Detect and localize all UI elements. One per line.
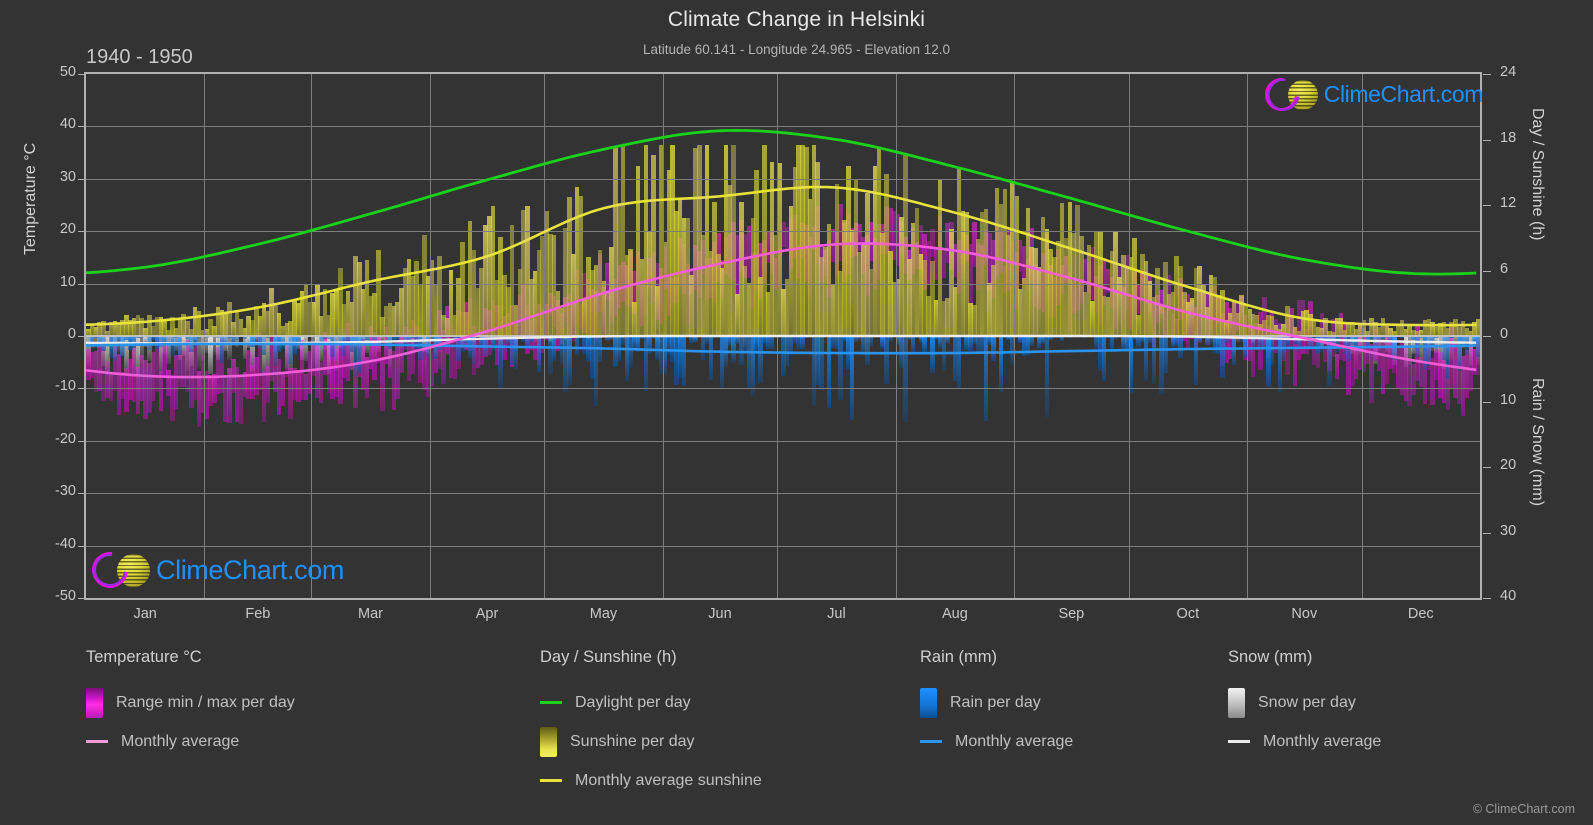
legend-group-title: Rain (mm)	[920, 648, 997, 666]
legend-item[interactable]: Monthly average	[86, 722, 295, 761]
y-axis-right-tickmark	[1483, 598, 1491, 599]
y-axis-left-tick: 50	[59, 64, 76, 80]
y-axis-left-tick: -40	[55, 535, 76, 552]
page-title: Climate Change in Helsinki	[667, 8, 926, 31]
legend-item-label: Monthly average	[121, 732, 240, 750]
legend-item-label: Rain per day	[950, 693, 1041, 711]
legend-group-rain-mm: Rain (mm) Rain per day Monthly average	[920, 648, 1073, 761]
chart-legend: Temperature °C Range min / max per day Mon…	[0, 648, 1593, 808]
legend-line-icon	[86, 740, 108, 743]
daylight-curve	[86, 129, 1477, 276]
y-axis-left-tick: 30	[59, 168, 76, 185]
y-axis-left-label: Temperature °C	[22, 142, 39, 255]
y-axis-left-tick: 40	[59, 116, 76, 133]
legend-item-label: Monthly average sunshine	[575, 771, 762, 789]
legend-item-label: Daylight per day	[575, 693, 691, 711]
legend-group-day-sunshine-h: Day / Sunshine (h) Daylight per day Sunshi…	[540, 648, 762, 800]
y-axis-right-tickmark	[1483, 532, 1491, 534]
y-axis-right-bottom-label: Rain / Snow (mm)	[1529, 378, 1546, 507]
x-axis-tick-oct: Oct	[1176, 606, 1200, 622]
climechart-logo-watermark: ClimeChart.com	[84, 544, 344, 596]
curve-layer	[86, 129, 1477, 379]
legend-group-title: Snow (mm)	[1228, 648, 1313, 666]
legend-item-label: Snow per day	[1258, 693, 1356, 711]
x-axis-tick-apr: Apr	[475, 606, 499, 622]
logo-ring-icon	[84, 544, 136, 596]
chart-plot-area[interactable]	[84, 72, 1482, 600]
legend-item[interactable]: Monthly average sunshine	[540, 761, 762, 800]
y-axis-right-top-label: Day / Sunshine (h)	[1529, 108, 1546, 241]
x-axis-tick-dec: Dec	[1407, 606, 1434, 622]
legend-item[interactable]: Snow per day	[1228, 683, 1381, 722]
logo-ring-icon	[1258, 71, 1305, 118]
y-axis-left-tick: -10	[55, 378, 76, 395]
y-axis-right-tickmark	[1483, 336, 1491, 337]
y-axis-left-tick: 10	[59, 273, 76, 290]
legend-item[interactable]: Sunshine per day	[540, 722, 762, 761]
y-axis-right-tick: 6	[1500, 260, 1509, 277]
x-axis-tick-nov: Nov	[1291, 606, 1318, 622]
x-axis-tick-jul: Jul	[827, 606, 846, 622]
rain-average-curve	[86, 342, 1477, 355]
plot-inner	[86, 74, 1480, 598]
y-axis-right-tick: 30	[1500, 522, 1517, 539]
legend-item[interactable]: Rain per day	[920, 683, 1073, 722]
x-axis-tick-feb: Feb	[245, 606, 271, 622]
climechart-logo-top: ClimeChart.com	[1258, 71, 1484, 118]
legend-line-icon	[540, 701, 562, 704]
sunshine-average-curve	[86, 185, 1477, 327]
y-axis-right-tickmark	[1483, 401, 1491, 403]
legend-item-label: Range min / max per day	[116, 693, 295, 711]
legend-item[interactable]: Monthly average	[1228, 722, 1381, 761]
x-axis-tick-jun: Jun	[708, 606, 732, 622]
y-axis-right-tickmark	[1483, 74, 1491, 75]
legend-line-icon	[1228, 740, 1250, 743]
x-axis-tick-mar: Mar	[358, 606, 383, 622]
x-axis-tick-jan: Jan	[133, 606, 157, 622]
y-axis-left-tick: 20	[59, 221, 76, 238]
y-axis-left-tick: -30	[55, 483, 76, 500]
y-axis-left-tick: 0	[67, 326, 76, 342]
legend-item-label: Sunshine per day	[570, 732, 695, 750]
legend-group-title: Day / Sunshine (h)	[540, 648, 677, 666]
legend-group-temperature-c: Temperature °C Range min / max per day Mon…	[86, 648, 295, 761]
legend-swatch-icon	[540, 726, 557, 757]
snow-average-curve	[86, 334, 1477, 345]
period-label: 1940 - 1950	[86, 46, 193, 68]
chart-subtitle: Latitude 60.141 - Longitude 24.965 - Ele…	[643, 42, 950, 57]
x-axis-tick-sep: Sep	[1058, 606, 1085, 622]
legend-item[interactable]: Daylight per day	[540, 683, 762, 722]
x-axis-tick-may: May	[589, 606, 618, 622]
y-axis-right-tickmark	[1483, 139, 1491, 141]
climate-chart-page: Climate Change in Helsinki Latitude 60.1…	[0, 0, 1593, 825]
legend-item[interactable]: Monthly average	[920, 722, 1073, 761]
legend-item-label: Monthly average	[955, 732, 1074, 750]
y-axis-right-tick: 40	[1500, 588, 1517, 604]
y-axis-left-tick: -20	[55, 430, 76, 447]
y-axis-right-tick: 0	[1500, 326, 1509, 342]
legend-item[interactable]: Range min / max per day	[86, 683, 295, 722]
legend-group-title: Temperature °C	[86, 648, 202, 666]
legend-line-icon	[920, 740, 942, 743]
y-axis-right-tickmark	[1483, 467, 1491, 468]
legend-line-icon	[540, 779, 562, 782]
logo-wordmark: ClimeChart.com	[1323, 81, 1484, 107]
y-axis-right-tick: 24	[1500, 64, 1517, 80]
y-axis-right-tickmark	[1483, 205, 1491, 206]
y-axis-left-tick: -50	[55, 588, 76, 604]
legend-swatch-icon	[920, 687, 937, 718]
legend-swatch-icon	[1228, 687, 1245, 718]
legend-group-snow-mm: Snow (mm) Snow per day Monthly average	[1228, 648, 1381, 761]
y-axis-right-tickmark	[1483, 270, 1491, 272]
logo-wordmark: ClimeChart.com	[156, 554, 344, 585]
x-axis-tick-aug: Aug	[941, 606, 968, 622]
legend-item-label: Monthly average	[1263, 732, 1382, 750]
legend-swatch-icon	[86, 687, 103, 718]
